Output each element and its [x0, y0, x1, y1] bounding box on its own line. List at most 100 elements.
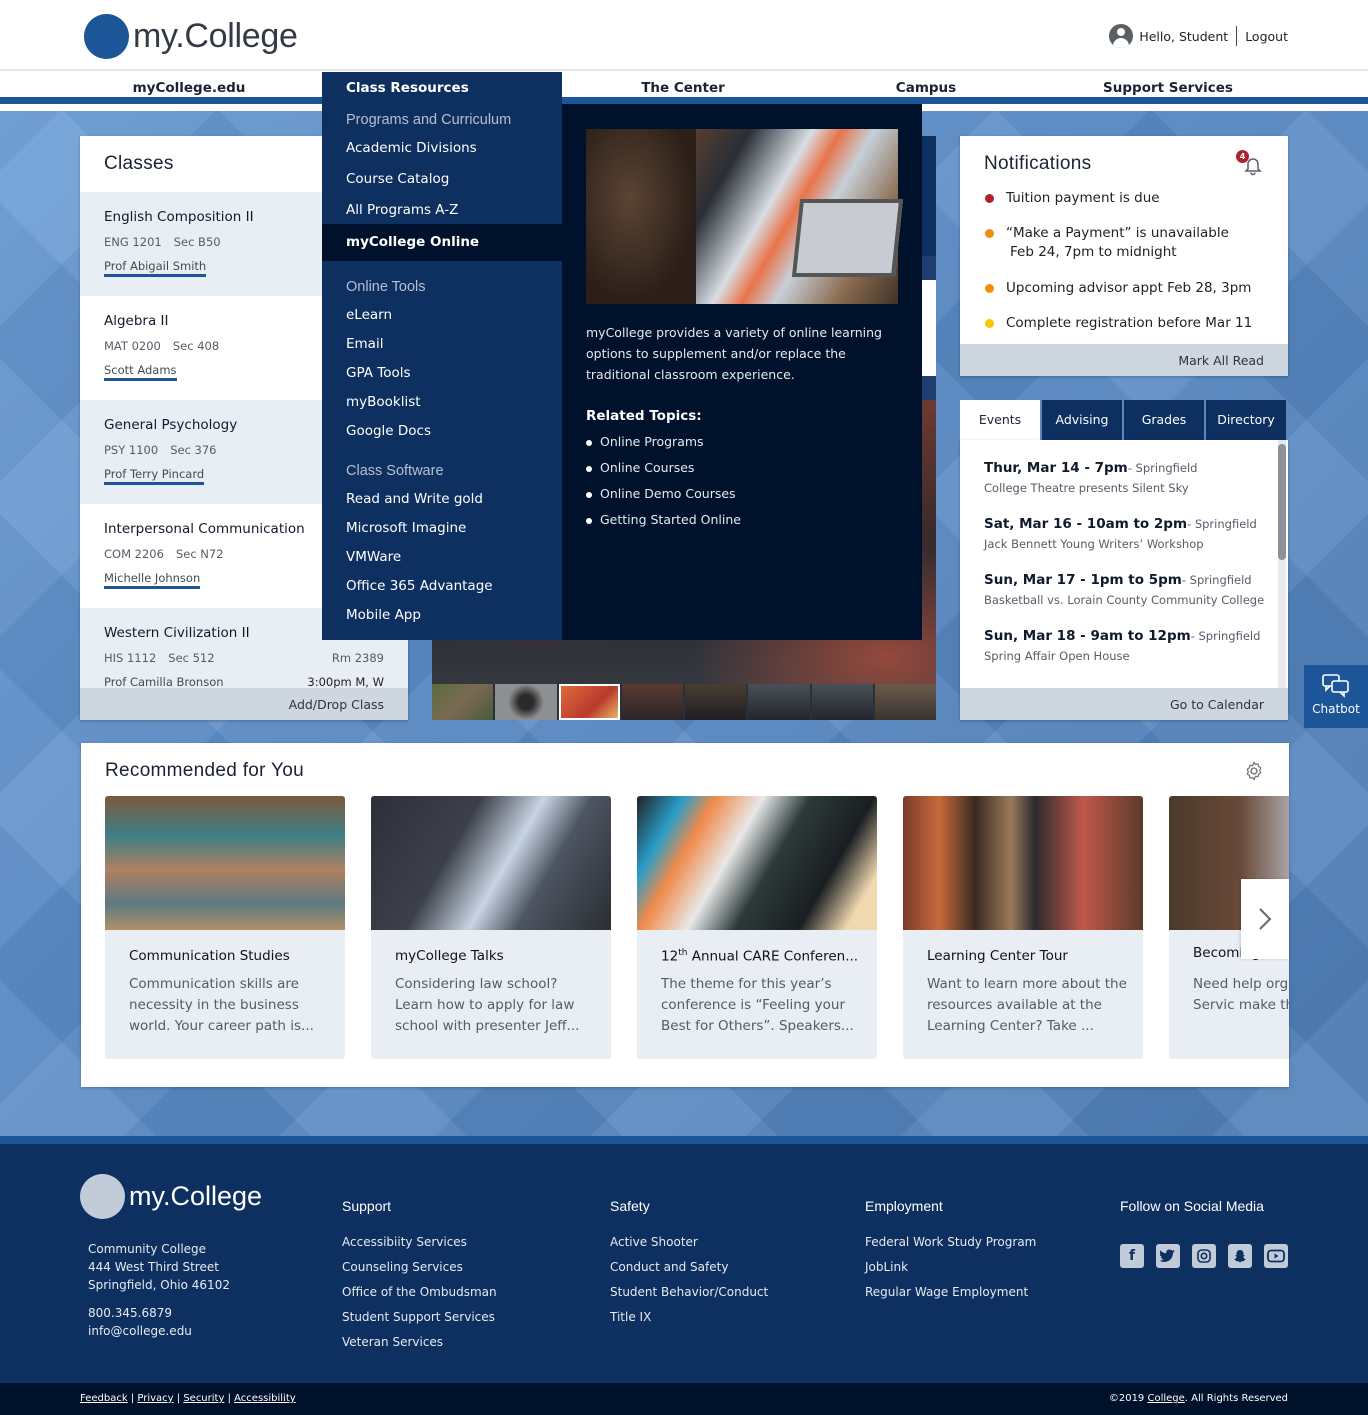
carousel-next-button[interactable]	[1241, 879, 1289, 959]
snapchat-icon[interactable]	[1228, 1244, 1252, 1268]
related-topic-link[interactable]: Online Programs	[586, 434, 704, 449]
event-item[interactable]: Sun, Mar 17 - 1pm to 5pm- Springfield Bas…	[984, 572, 1274, 607]
twitter-icon[interactable]	[1156, 1244, 1180, 1268]
footer-link[interactable]: Federal Work Study Program	[865, 1235, 1036, 1250]
instructor-link[interactable]: Prof Abigail Smith	[104, 259, 207, 277]
footer-link[interactable]: Student Support Services	[342, 1310, 497, 1325]
youtube-icon[interactable]	[1264, 1244, 1288, 1268]
email-link[interactable]: info@college.edu	[88, 1324, 192, 1338]
footer-stripe	[0, 1136, 1368, 1144]
related-topic-link[interactable]: Online Demo Courses	[586, 486, 736, 501]
nav-item-support-services[interactable]: Support Services	[1047, 72, 1289, 104]
feedback-link[interactable]: Feedback	[80, 1393, 128, 1404]
copyright-suffix: . All Rights Reserved	[1184, 1393, 1288, 1404]
footer-link[interactable]: Title IX	[610, 1310, 768, 1325]
footer-social: Follow on Social Media f	[1120, 1198, 1288, 1268]
gear-icon[interactable]	[1243, 760, 1265, 782]
footer-link[interactable]: Veteran Services	[342, 1335, 497, 1350]
events-scrollbar[interactable]	[1278, 440, 1286, 688]
footer-link[interactable]: Office of the Ombudsman	[342, 1285, 497, 1300]
related-topic-link[interactable]: Getting Started Online	[586, 512, 741, 527]
menu-item[interactable]: Mobile App	[322, 605, 562, 641]
add-drop-class-link[interactable]: Add/Drop Class	[80, 688, 408, 720]
online-learning-image	[586, 129, 898, 304]
menu-item[interactable]: myCollege Online	[322, 224, 562, 261]
accessibility-link[interactable]: Accessibility	[234, 1393, 296, 1404]
instructor-link[interactable]: Prof Terry Pincard	[104, 467, 205, 485]
nav-item-class-resources[interactable]: Class Resources	[346, 72, 469, 104]
chatbot-button[interactable]: Chatbot	[1304, 665, 1368, 728]
event-item[interactable]: Sun, Mar 18 - 9am to 12pm- Springfield Sp…	[984, 628, 1274, 663]
footer-link[interactable]: Conduct and Safety	[610, 1260, 768, 1275]
site-header: my.College Hello, Student Logout	[0, 0, 1368, 71]
scrollbar-thumb[interactable]	[1278, 444, 1286, 560]
site-logo[interactable]: my.College	[84, 14, 298, 59]
carousel-thumb[interactable]	[495, 684, 557, 720]
mark-all-read-link[interactable]: Mark All Read	[960, 344, 1288, 376]
carousel-thumb-active[interactable]	[558, 684, 620, 720]
course-code: ENG 1201	[104, 235, 162, 249]
recommendation-description: The theme for this year’s conference is …	[661, 976, 854, 1034]
recommended-card: Recommended for You Communication Studie…	[81, 743, 1289, 1087]
recommendation-card[interactable]: Learning Center Tour Want to learn more a…	[903, 796, 1143, 1059]
security-link[interactable]: Security	[183, 1393, 224, 1404]
footer-link[interactable]: Accessibiity Services	[342, 1235, 497, 1250]
notification-item[interactable]: Complete registration before Mar 11	[984, 314, 1252, 333]
tab-events[interactable]: Events	[960, 400, 1040, 440]
footer-link-list: Federal Work Study Program JobLink Regular…	[865, 1235, 1036, 1300]
go-to-calendar-link[interactable]: Go to Calendar	[960, 688, 1288, 720]
logout-link[interactable]: Logout	[1245, 29, 1288, 44]
footer-column: Employment Federal Work Study Program JobL…	[865, 1198, 1036, 1300]
nav-item-mycollege-edu[interactable]: myCollege.edu	[68, 72, 310, 104]
footer-link-list: Accessibiity Services Counseling Services…	[342, 1235, 497, 1350]
logo-circle-icon	[84, 14, 129, 59]
footer-link[interactable]: Counseling Services	[342, 1260, 497, 1275]
tab-advising[interactable]: Advising	[1042, 400, 1122, 440]
carousel-thumb[interactable]	[874, 684, 936, 720]
related-topic-link[interactable]: Online Courses	[586, 460, 694, 475]
recommendation-card[interactable]: Communication Studies Communication skill…	[105, 796, 345, 1059]
mega-menu-feature: myCollege provides a variety of online l…	[562, 104, 922, 640]
user-menu: Hello, Student Logout	[1109, 24, 1288, 48]
instructor-link[interactable]: Michelle Johnson	[104, 571, 201, 589]
carousel-thumb[interactable]	[685, 684, 747, 720]
footer-link[interactable]: JobLink	[865, 1260, 1036, 1275]
notifications-card: Notifications 4 Tuition payment is due “M…	[960, 136, 1288, 376]
footer-link[interactable]: Active Shooter	[610, 1235, 768, 1250]
nav-item-campus[interactable]: Campus	[805, 72, 1047, 104]
footer-column-heading: Support	[342, 1198, 392, 1214]
notification-item[interactable]: Tuition payment is due	[984, 189, 1160, 208]
footer-link[interactable]: Student Behavior/Conduct	[610, 1285, 768, 1300]
menu-item[interactable]: Google Docs	[322, 421, 562, 457]
event-item[interactable]: Thur, Mar 14 - 7pm- Springfield College T…	[984, 460, 1274, 495]
carousel-thumb[interactable]	[748, 684, 810, 720]
notification-item[interactable]: Upcoming advisor appt Feb 28, 3pm	[984, 279, 1251, 298]
notification-count-badge: 4	[1236, 150, 1249, 163]
course-code: MAT 0200	[104, 339, 161, 353]
tab-directory[interactable]: Directory	[1206, 400, 1286, 440]
notification-item[interactable]: “Make a Payment” is unavailable Feb 24, 7…	[984, 224, 1229, 262]
recommendation-title: Learning Center Tour	[927, 948, 1068, 964]
footer-logo[interactable]: my.College	[80, 1174, 262, 1219]
chat-bubbles-icon	[1322, 674, 1349, 698]
recommendation-description: Considering law school? Learn how to app…	[395, 976, 580, 1034]
recommendation-card[interactable]: myCollege Talks Considering law school? L…	[371, 796, 611, 1059]
nav-item-the-center[interactable]: The Center	[562, 72, 804, 104]
footer-link[interactable]: Regular Wage Employment	[865, 1285, 1036, 1300]
carousel-thumb[interactable]	[432, 684, 494, 720]
carousel-thumb[interactable]	[811, 684, 873, 720]
address-line: 444 West Third Street	[88, 1260, 219, 1274]
facebook-icon[interactable]: f	[1120, 1244, 1144, 1268]
event-date: Sun, Mar 18 - 9am to 12pm	[984, 628, 1191, 644]
privacy-link[interactable]: Privacy	[137, 1393, 173, 1404]
main-nav: myCollege.edu The Center Campus Support …	[0, 72, 1368, 104]
carousel-thumb[interactable]	[621, 684, 683, 720]
event-item[interactable]: Sat, Mar 16 - 10am to 2pm- Springfield Ja…	[984, 516, 1274, 551]
tab-grades[interactable]: Grades	[1124, 400, 1204, 440]
bell-icon[interactable]: 4	[1236, 150, 1264, 176]
event-date: Sun, Mar 17 - 1pm to 5pm	[984, 572, 1182, 588]
instagram-icon[interactable]	[1192, 1244, 1216, 1268]
instructor-link[interactable]: Scott Adams	[104, 363, 177, 381]
recommendation-card[interactable]: 12th Annual CARE Conferen... The theme fo…	[637, 796, 877, 1059]
college-link[interactable]: College	[1147, 1393, 1184, 1404]
